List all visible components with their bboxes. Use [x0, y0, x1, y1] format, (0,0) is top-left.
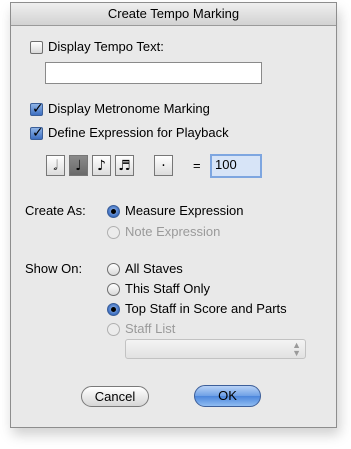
this-staff-only-label: This Staff Only	[125, 281, 211, 296]
measure-expression-label: Measure Expression	[125, 203, 244, 218]
popup-arrows-icon: ▲ ▼	[292, 340, 301, 358]
cancel-button[interactable]: Cancel	[81, 386, 149, 407]
half-note-button[interactable]: 𝅗𝅥	[46, 155, 65, 176]
define-playback-label: Define Expression for Playback	[48, 125, 229, 140]
ok-button[interactable]: OK	[194, 385, 261, 407]
equals-sign: =	[193, 158, 201, 173]
all-staves-radio[interactable]	[107, 263, 120, 276]
quarter-note-button[interactable]: ♩	[69, 155, 88, 176]
tempo-text-field[interactable]	[45, 62, 262, 84]
staff-list-popup[interactable]: ▲ ▼	[125, 339, 306, 359]
sixteenth-note-button[interactable]: ♬	[115, 155, 134, 176]
show-on-label: Show On:	[25, 261, 83, 276]
note-expression-radio[interactable]	[107, 226, 120, 239]
display-tempo-text-checkbox[interactable]	[30, 41, 43, 54]
display-tempo-text-label: Display Tempo Text:	[48, 39, 164, 54]
check-icon: ✓	[32, 124, 44, 140]
sixteenth-note-icon: ♬	[118, 158, 131, 174]
half-note-icon: 𝅗𝅥	[53, 158, 58, 174]
dotted-note-button[interactable]: ·	[154, 155, 173, 176]
display-metronome-label: Display Metronome Marking	[48, 101, 210, 116]
create-tempo-marking-dialog: Create Tempo Marking Display Tempo Text:…	[10, 2, 337, 428]
radio-dot	[111, 307, 116, 312]
dialog-title: Create Tempo Marking	[11, 3, 336, 26]
define-playback-checkbox[interactable]: ✓	[30, 124, 44, 140]
this-staff-only-radio[interactable]	[107, 283, 120, 296]
eighth-note-icon: ♪	[97, 158, 106, 174]
check-icon: ✓	[32, 100, 44, 116]
eighth-note-button[interactable]: ♪	[92, 155, 111, 176]
all-staves-label: All Staves	[125, 261, 183, 276]
staff-list-label: Staff List	[125, 321, 176, 336]
top-staff-radio[interactable]	[107, 303, 120, 316]
note-expression-label: Note Expression	[125, 224, 221, 239]
radio-dot	[111, 209, 116, 214]
dot-icon: ·	[161, 158, 166, 174]
measure-expression-radio[interactable]	[107, 205, 120, 218]
display-metronome-checkbox[interactable]: ✓	[30, 100, 44, 116]
staff-list-radio[interactable]	[107, 323, 120, 336]
create-as-label: Create As:	[25, 203, 86, 218]
top-staff-label: Top Staff in Score and Parts	[125, 301, 287, 316]
quarter-note-icon: ♩	[75, 158, 82, 174]
tempo-value-field[interactable]: 100	[210, 154, 262, 178]
